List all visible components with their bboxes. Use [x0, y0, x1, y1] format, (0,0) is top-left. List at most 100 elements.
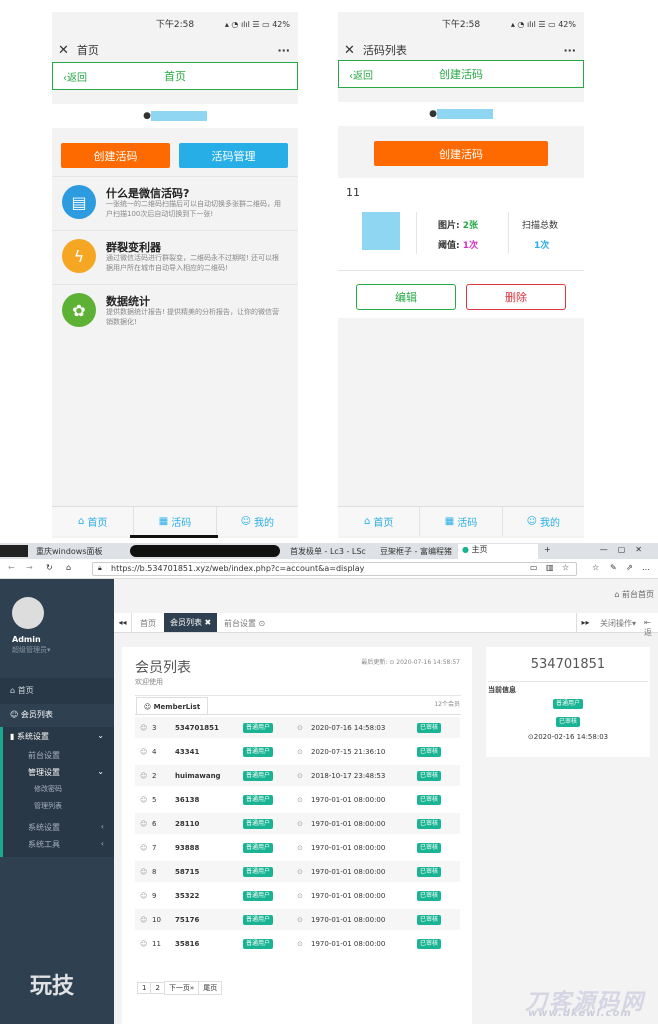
- page-tabs-bar: ◂◂ 首页 会员列表 ✖ 前台设置 ⊙ ▸▸ 关闭操作▾ ⇤返: [114, 613, 658, 637]
- member-status-badge[interactable]: 已审核: [417, 914, 442, 925]
- sidebar-item-system[interactable]: ▮ 系统设置 ⌄: [0, 731, 114, 742]
- page-tab-home[interactable]: 首页: [140, 618, 156, 629]
- tab-codes[interactable]: ▦ 活码: [134, 507, 217, 536]
- window-buttons-icon[interactable]: —▢✕: [600, 545, 652, 554]
- back-icon[interactable]: ←: [8, 563, 15, 572]
- sidebar-item-admin-list[interactable]: 管理列表: [0, 801, 114, 811]
- sidebar-item-sys-tools[interactable]: 系统工具 ‹: [0, 839, 114, 850]
- wechat-title: 首页: [76, 44, 99, 57]
- table-row[interactable]: ☺ 3 534701851 普通用户 ⊙ 2020-07-16 14:58:03 已审核: [135, 717, 460, 738]
- sidebar-item-manage[interactable]: 管理设置 ⌄: [0, 767, 114, 778]
- edit-button[interactable]: 编辑: [356, 284, 456, 310]
- member-status-badge[interactable]: 已审核: [417, 746, 442, 757]
- favorites-bar-icon[interactable]: ☆: [592, 563, 599, 572]
- member-status-badge[interactable]: 已审核: [417, 818, 442, 829]
- member-time: 1970-01-01 08:00:00: [311, 843, 386, 852]
- member-status-badge[interactable]: 已审核: [417, 770, 442, 781]
- table-row[interactable]: ☺ 10 75176 普通用户 ⊙ 1970-01-01 08:00:00 已审核: [135, 909, 460, 930]
- sidebar-item-home[interactable]: ⌂ 首页: [0, 678, 114, 704]
- table-row[interactable]: ☺ 11 35816 普通用户 ⊙ 1970-01-01 08:00:00 已审核: [135, 933, 460, 954]
- page-2-button[interactable]: 2: [150, 982, 165, 994]
- code-name: 11: [346, 186, 360, 199]
- tab-mine[interactable]: ☺ 我的: [217, 507, 298, 536]
- browser-tab-active[interactable]: ● 主页: [458, 544, 538, 559]
- reader-icon[interactable]: ▭: [530, 563, 538, 572]
- member-status-badge[interactable]: 已审核: [417, 938, 442, 949]
- page-1-button[interactable]: 1: [137, 982, 152, 994]
- table-row[interactable]: ☺ 2 huimawang 普通用户 ⊙ 2018-10-17 23:48:53 已审核: [135, 765, 460, 786]
- clock-icon: ⊙: [297, 723, 303, 732]
- delete-button[interactable]: 删除: [466, 284, 566, 310]
- member-time: 1970-01-01 08:00:00: [311, 891, 386, 900]
- browser-tab[interactable]: 豆架框子 - 富编程猪: [380, 546, 452, 557]
- code-card: 11 图片: 2张 阈值: 1次 扫描总数 1次 编辑 删除: [338, 178, 584, 318]
- forward-icon[interactable]: →: [26, 563, 33, 572]
- browser-tab[interactable]: 重庆windows面板: [36, 546, 103, 557]
- tab-bar: ⌂ 首页 ▦ 活码 ☺ 我的: [52, 506, 298, 536]
- table-row[interactable]: ☺ 9 35322 普通用户 ⊙ 1970-01-01 08:00:00 已审核: [135, 885, 460, 906]
- back-button[interactable]: ⇤返: [644, 618, 658, 638]
- tab-home[interactable]: ⌂ 首页: [52, 507, 135, 536]
- redacted-area: [130, 545, 280, 557]
- address-bar[interactable]: https://b.534701851.xyz/web/index.php?c=…: [92, 562, 577, 576]
- share-icon[interactable]: ⇗: [626, 563, 633, 572]
- member-id: 3: [152, 723, 157, 732]
- tab-home[interactable]: ⌂ 首页: [338, 507, 421, 536]
- close-icon[interactable]: ✕: [58, 43, 69, 58]
- close-icon[interactable]: ✕: [344, 43, 355, 58]
- tabs-prev-icon[interactable]: ◂◂: [114, 613, 132, 632]
- admin-role[interactable]: 超级管理员▾: [12, 645, 51, 655]
- page-tab-members[interactable]: 会员列表 ✖: [164, 613, 218, 632]
- sidebar-item-sys-settings[interactable]: 系统设置 ‹: [0, 822, 114, 833]
- manage-code-button[interactable]: 活码管理: [179, 143, 288, 168]
- member-status-badge[interactable]: 已审核: [417, 890, 442, 901]
- detail-role-badge: 普通用户: [552, 699, 583, 709]
- user-icon: ☺: [240, 516, 252, 527]
- page-tab-frontend[interactable]: 前台设置 ⊙: [224, 618, 265, 629]
- member-role-badge: 普通用户: [243, 842, 274, 853]
- qrcode-thumbnail[interactable]: [362, 212, 400, 250]
- create-code-button[interactable]: 创建活码: [374, 141, 548, 166]
- sidebar-item-members[interactable]: ☺ 会员列表: [0, 703, 114, 727]
- tab-codes[interactable]: ▦ 活码: [420, 507, 503, 536]
- table-row[interactable]: ☺ 6 28110 普通用户 ⊙ 1970-01-01 08:00:00 已审核: [135, 813, 460, 834]
- member-role-badge: 普通用户: [243, 722, 274, 733]
- favorite-icon[interactable]: ☆: [562, 563, 569, 572]
- frontend-home-link[interactable]: ⌂ 前台首页: [614, 589, 654, 600]
- home-icon[interactable]: ⌂: [66, 563, 71, 572]
- member-status-badge[interactable]: 已审核: [417, 794, 442, 805]
- pen-icon[interactable]: ✎: [610, 563, 617, 572]
- create-code-button[interactable]: 创建活码: [61, 143, 170, 168]
- table-row[interactable]: ☺ 8 58715 普通用户 ⊙ 1970-01-01 08:00:00 已审核: [135, 861, 460, 882]
- status-bar: 下午2:58 ▴ ◔ ılıl ☰ ▭ 42%: [52, 12, 298, 38]
- close-ops-button[interactable]: 关闭操作▾: [600, 618, 636, 629]
- menu-icon[interactable]: …: [642, 563, 650, 572]
- more-icon[interactable]: ···: [277, 44, 290, 57]
- member-id: 10: [152, 915, 161, 924]
- sidebar-item-frontend[interactable]: 前台设置: [0, 750, 114, 761]
- member-status-badge[interactable]: 已审核: [417, 866, 442, 877]
- sidebar-item-change-password[interactable]: 修改密码: [0, 784, 114, 794]
- table-row[interactable]: ☺ 4 43341 普通用户 ⊙ 2020-07-15 21:36:10 已审核: [135, 741, 460, 762]
- back-button[interactable]: ‹返回: [63, 69, 87, 84]
- member-id: 2: [152, 771, 157, 780]
- tab-mine[interactable]: ☺ 我的: [503, 507, 584, 536]
- last-page-button[interactable]: 尾页: [198, 981, 223, 995]
- table-row[interactable]: ☺ 5 36138 普通用户 ⊙ 1970-01-01 08:00:00 已审核: [135, 789, 460, 810]
- table-row[interactable]: ☺ 7 93888 普通用户 ⊙ 1970-01-01 08:00:00 已审核: [135, 837, 460, 858]
- collections-icon[interactable]: ▥: [546, 563, 554, 572]
- next-page-button[interactable]: 下一页»: [163, 981, 200, 995]
- new-tab-icon[interactable]: +: [544, 545, 551, 554]
- member-status-badge[interactable]: 已审核: [417, 722, 442, 733]
- browser-tab[interactable]: 首发极单 - Lc3 - LSc: [290, 546, 366, 557]
- tabs-next-icon[interactable]: ▸▸: [576, 613, 594, 632]
- status-icons: ▴ ◔ ılıl ☰ ▭ 42%: [510, 20, 576, 29]
- member-time: 2020-07-16 14:58:03: [311, 723, 386, 732]
- reload-icon[interactable]: ↻: [46, 563, 53, 572]
- member-status-badge[interactable]: 已审核: [417, 842, 442, 853]
- more-icon[interactable]: ···: [563, 44, 576, 57]
- window-control[interactable]: [0, 545, 28, 557]
- page-title: 会员列表: [135, 660, 191, 676]
- back-button[interactable]: ‹返回: [349, 67, 373, 82]
- memberlist-tab[interactable]: ☺ MemberList: [136, 697, 208, 715]
